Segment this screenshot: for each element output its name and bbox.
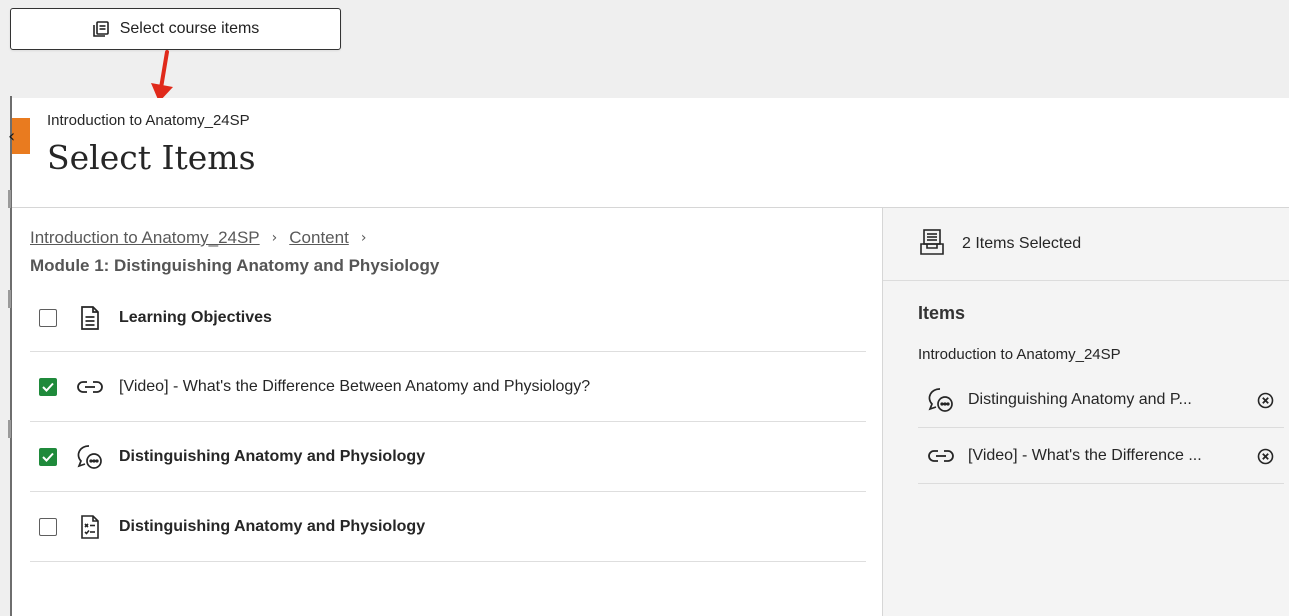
discussion-icon [77,444,103,470]
tray-icon [920,228,944,260]
copy-icon [92,20,110,38]
selected-item-label: [Video] - What's the Difference ... [968,446,1202,464]
item-label: Distinguishing Anatomy and Physiology [119,517,426,535]
selected-group-title: Introduction to Anatomy_24SP [918,346,1121,363]
close-circle-icon [1257,392,1273,408]
list-item[interactable]: Distinguishing Anatomy and Physiology [30,492,866,562]
item-label: [Video] - What's the Difference Between … [119,377,591,395]
item-list: Learning Objectives [Video] - What's the… [30,284,866,562]
breadcrumb: Introduction to Anatomy_24SP › Content › [30,228,378,248]
item-checkbox[interactable] [39,308,57,327]
selected-item-label: Distinguishing Anatomy and P... [968,390,1192,408]
frame-tick [8,190,11,208]
items-heading: Items [918,303,966,323]
discussion-icon [928,387,954,413]
selection-panel: 2 Items Selected Items Introduction to A… [883,208,1289,616]
selected-list: Distinguishing Anatomy and P... [Video] … [918,372,1284,484]
selected-count: 2 Items Selected [962,235,1082,252]
frame-tick [8,420,11,438]
page-title: Select Items [47,138,256,177]
document-icon [77,305,103,331]
selected-item: [Video] - What's the Difference ... [918,428,1284,484]
quiz-icon [77,514,103,540]
link-icon [77,374,103,400]
check-icon [42,452,54,462]
breadcrumb-content-link[interactable]: Content [289,228,349,248]
select-course-items-label: Select course items [119,20,260,37]
item-checkbox[interactable] [39,377,57,396]
selection-header: 2 Items Selected [883,208,1289,281]
item-checkbox[interactable] [39,517,57,536]
frame-tick [8,290,11,308]
remove-item-button[interactable] [1256,391,1274,409]
chevron-right-icon: › [360,230,367,246]
selected-item: Distinguishing Anatomy and P... [918,372,1284,428]
check-icon [42,382,54,392]
list-item[interactable]: Distinguishing Anatomy and Physiology [30,422,866,492]
item-label: Learning Objectives [119,308,272,326]
select-course-items-button[interactable]: Select course items [10,8,341,50]
item-checkbox[interactable] [39,447,57,466]
item-label: Distinguishing Anatomy and Physiology [119,447,426,465]
collapse-panel-button[interactable]: ‹ [8,118,30,154]
remove-item-button[interactable] [1256,447,1274,465]
list-item[interactable]: [Video] - What's the Difference Between … [30,352,866,422]
page-course-name: Introduction to Anatomy_24SP [47,112,250,129]
red-arrow-icon [151,50,173,102]
list-item[interactable]: Learning Objectives [30,284,866,352]
chevron-right-icon: › [271,230,278,246]
content-browser: Introduction to Anatomy_24SP › Content ›… [30,208,884,616]
chevron-left-icon: ‹ [8,125,16,147]
breadcrumb-current: Module 1: Distinguishing Anatomy and Phy… [30,256,440,275]
close-circle-icon [1257,448,1273,464]
breadcrumb-course-link[interactable]: Introduction to Anatomy_24SP [30,228,260,248]
link-icon [928,443,954,469]
